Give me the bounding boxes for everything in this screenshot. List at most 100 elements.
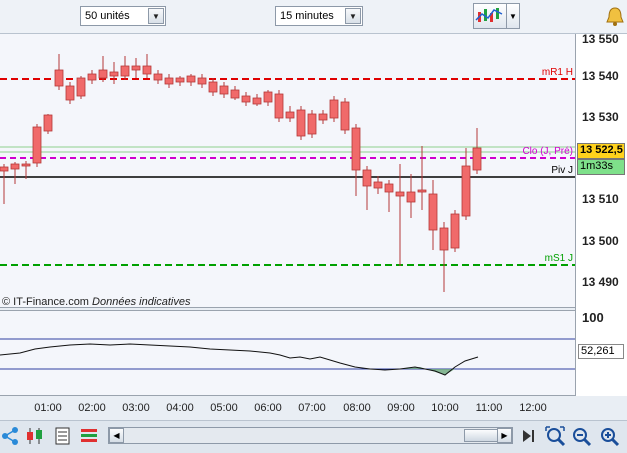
candle-body <box>329 99 339 119</box>
candle-body <box>142 65 152 75</box>
x-tick-label: 02:00 <box>78 402 106 414</box>
indicators-icon <box>475 8 503 22</box>
indicator-panel[interactable] <box>0 310 575 396</box>
candle-body <box>54 69 64 87</box>
scroll-right-button[interactable]: ▶ <box>497 428 512 443</box>
candle-body <box>153 73 163 81</box>
candle-body <box>0 166 9 172</box>
candle-body <box>373 181 383 189</box>
candle-body <box>21 163 31 167</box>
y-tick-label: 13 540 <box>582 69 619 83</box>
candle-body <box>175 77 185 83</box>
indicators-button[interactable] <box>473 3 507 29</box>
time-scrollbar[interactable]: ◀ ▶ <box>108 427 513 444</box>
candle-body <box>439 227 449 251</box>
s1-level-label: mS1 J <box>544 253 573 264</box>
indicator-value-box: 52,261 <box>578 344 624 359</box>
candle-body <box>428 193 438 231</box>
candle-body <box>32 126 42 164</box>
go-to-end-icon[interactable] <box>518 425 540 447</box>
chevron-down-icon[interactable]: ▼ <box>148 8 164 24</box>
countdown-box: 1m33s <box>577 159 625 175</box>
indicator-top-label: 100 <box>582 310 604 325</box>
candle-body <box>43 114 53 132</box>
candle-body <box>87 73 97 81</box>
scroll-left-button[interactable]: ◀ <box>109 428 124 443</box>
candle-body <box>417 189 427 193</box>
candle-body <box>395 191 405 197</box>
candle-body <box>362 169 372 187</box>
price-chart[interactable]: © IT-Finance.com Données indicatives mR1… <box>0 34 575 308</box>
candle-body <box>76 77 86 97</box>
zoom-in-icon[interactable] <box>598 425 620 447</box>
y-tick-label: 13 510 <box>582 192 619 206</box>
indicator-canvas[interactable] <box>0 311 575 395</box>
close-prev-level-label: Clo (J, Pré) <box>522 146 573 157</box>
candle-body <box>230 89 240 99</box>
candle-body <box>219 85 229 95</box>
bottom-toolbar: ◀ ▶ <box>0 420 627 453</box>
y-tick-label: 13 530 <box>582 110 619 124</box>
x-tick-label: 01:00 <box>34 402 62 414</box>
alarm-button[interactable] <box>603 3 627 31</box>
candle-body <box>263 91 273 103</box>
share-icon[interactable] <box>0 425 22 447</box>
units-select-value: 50 unités <box>85 10 130 22</box>
candle-body <box>406 191 416 203</box>
pivot-level-label: Piv J <box>551 165 573 176</box>
y-tick-label: 13 550 <box>582 32 619 46</box>
order-book-icon[interactable] <box>78 425 100 447</box>
candle-body <box>461 165 471 217</box>
time-axis[interactable]: 01:00 02:00 03:00 04:00 05:00 06:00 07:0… <box>0 396 575 420</box>
candle-body <box>208 81 218 93</box>
scrollbar-thumb[interactable] <box>464 429 500 442</box>
zoom-fit-icon[interactable] <box>544 425 566 447</box>
x-tick-label: 12:00 <box>519 402 547 414</box>
x-tick-label: 07:00 <box>298 402 326 414</box>
indicator-line <box>0 343 479 376</box>
price-axis[interactable]: 13 550 13 540 13 530 13 510 13 500 13 49… <box>575 32 627 396</box>
candle-body <box>296 109 306 137</box>
candle-body <box>10 163 20 170</box>
x-tick-label: 04:00 <box>166 402 194 414</box>
x-tick-label: 11:00 <box>475 402 503 414</box>
x-tick-label: 09:00 <box>387 402 415 414</box>
x-tick-label: 05:00 <box>210 402 238 414</box>
units-select[interactable]: 50 unités ▼ <box>80 6 166 26</box>
candle-body <box>384 183 394 193</box>
candle-body <box>318 113 328 121</box>
copyright-symbol: © <box>2 296 14 308</box>
copyright-brand: IT-Finance.com <box>13 296 89 308</box>
zoom-out-icon[interactable] <box>570 425 592 447</box>
candle-body <box>241 95 251 103</box>
y-tick-label: 13 500 <box>582 234 619 248</box>
price-chart-canvas[interactable] <box>0 34 575 308</box>
candle-body <box>340 101 350 131</box>
timeframe-select[interactable]: 15 minutes ▼ <box>275 6 363 26</box>
candle-body <box>285 111 295 119</box>
candle-body <box>450 213 460 249</box>
chevron-down-icon: ▼ <box>509 11 517 21</box>
candle-body <box>274 93 284 119</box>
copyright-disclaimer: Données indicatives <box>92 296 191 308</box>
candle-body <box>197 77 207 85</box>
candle-body <box>120 65 130 77</box>
candlestick-icon[interactable] <box>24 425 46 447</box>
candle-body <box>65 85 75 101</box>
candle-body <box>164 77 174 85</box>
r1-level-label: mR1 H <box>541 67 573 78</box>
indicators-dropdown-button[interactable]: ▼ <box>507 3 520 29</box>
x-tick-label: 06:00 <box>254 402 282 414</box>
candle-body <box>351 127 361 171</box>
candle-body <box>472 147 482 171</box>
data-table-icon[interactable] <box>52 425 74 447</box>
chevron-down-icon[interactable]: ▼ <box>345 8 361 24</box>
candle-body <box>109 71 119 77</box>
current-price-box: 13 522,5 <box>577 143 625 159</box>
copyright-note: © IT-Finance.com Données indicatives <box>2 296 191 308</box>
chevron-right-icon: ▶ <box>501 431 508 440</box>
x-tick-label: 08:00 <box>343 402 371 414</box>
candle-body <box>98 69 108 79</box>
timeframe-select-value: 15 minutes <box>280 10 334 22</box>
bell-icon <box>606 7 624 26</box>
